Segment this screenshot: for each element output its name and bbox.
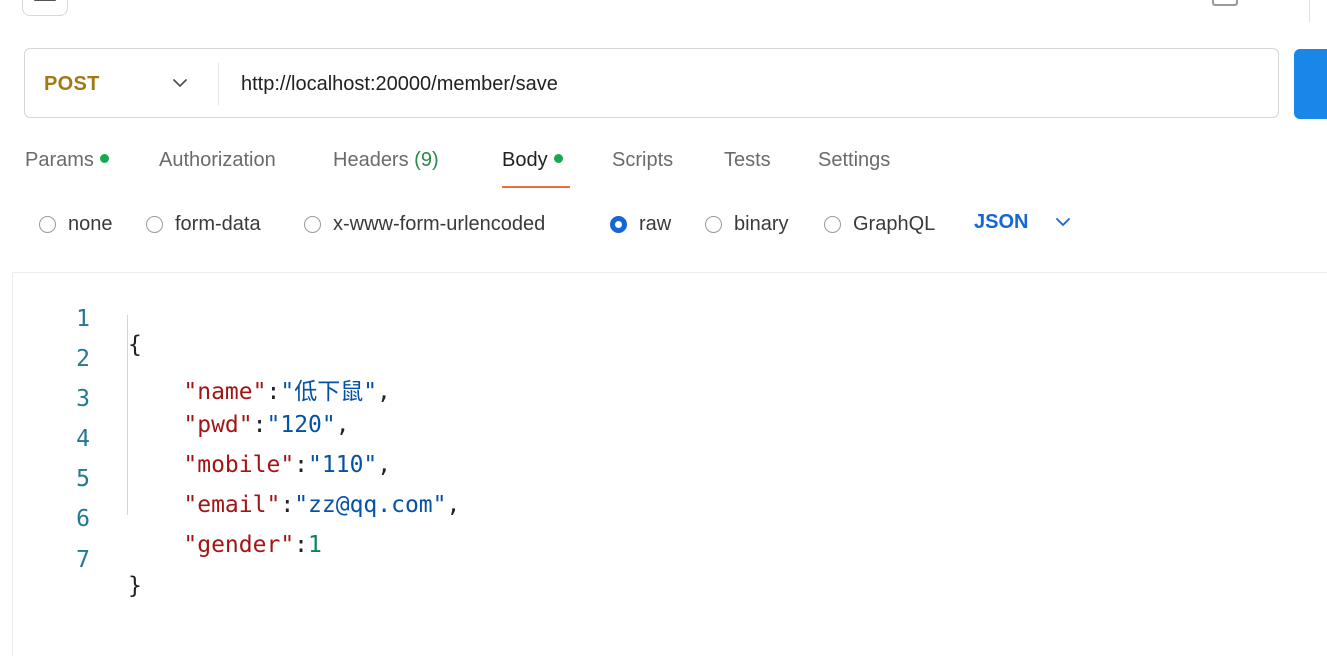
radio-button[interactable] [39,215,56,233]
chevron-down-icon[interactable] [1055,217,1071,227]
radio-label: none [68,212,113,235]
chevron-down-icon[interactable] [172,78,188,88]
editor-border [12,272,1327,273]
back-button[interactable] [22,0,68,16]
json-brace: { [128,332,142,358]
radio-label: form-data [175,212,261,235]
radio-button[interactable] [304,215,321,233]
radio-none[interactable]: none [39,210,113,238]
radio-button[interactable] [824,215,841,233]
radio-graphql[interactable]: GraphQL [824,210,935,238]
tab-tests[interactable]: Tests [724,149,771,172]
tab-scripts[interactable]: Scripts [612,149,673,172]
radio-label: raw [639,212,672,235]
json-colon: : [266,379,281,405]
json-number: 1 [308,532,322,558]
status-dot [99,154,109,163]
method-select[interactable]: POST [44,73,100,96]
code-line[interactable]: 7 } [0,521,142,599]
tab-label: Settings [818,149,891,171]
radio-binary[interactable]: binary [705,210,788,238]
radio-button-selected[interactable] [610,215,627,233]
json-key: "email" [183,492,281,518]
request-bar: POST http://localhost:20000/member/save [24,48,1279,118]
tab-params[interactable]: Params [25,149,109,172]
save-icon[interactable] [1212,0,1238,6]
json-string: "120" [266,412,336,438]
tab-label: Authorization [159,149,276,171]
code-line[interactable]: 3 "pwd":"120", [0,360,349,438]
radio-label: x-www-form-urlencoded [333,212,546,235]
tab-label: Scripts [612,149,674,171]
tab-label: Tests [724,149,771,171]
json-key: "pwd" [183,412,253,438]
json-colon: : [280,492,295,518]
json-colon: : [252,412,267,438]
radio-x-www-form-urlencoded[interactable]: x-www-form-urlencoded [304,210,545,238]
radio-form-data[interactable]: form-data [146,210,261,238]
tab-label: Body [502,149,548,171]
json-colon: : [294,532,309,558]
radio-label: GraphQL [853,212,936,235]
raw-format-select[interactable]: JSON [974,211,1028,234]
json-colon: : [294,452,309,478]
json-key: "gender" [183,532,295,558]
code-line[interactable]: 6 "gender":1 [0,480,322,558]
json-comma: , [446,492,461,518]
json-comma: , [377,452,392,478]
active-tab-indicator [502,186,570,188]
code-line[interactable]: 5 "email":"zz@qq.com", [0,440,460,518]
tab-label: Params [25,149,94,171]
json-string: "110" [308,452,378,478]
code-line[interactable]: 4 "mobile":"110", [0,400,391,478]
code-line[interactable]: 1 { [0,280,142,358]
divider [218,63,219,105]
arrow-left-icon [34,0,56,1]
send-button[interactable] [1294,49,1327,119]
tab-headers[interactable]: Headers (9) [333,149,439,172]
headers-count: (9) [414,149,439,171]
tab-settings[interactable]: Settings [818,149,890,172]
divider [1309,0,1310,22]
json-key: "name" [183,379,267,405]
tab-body[interactable]: Body [502,149,563,172]
radio-button[interactable] [705,215,722,233]
tab-authorization[interactable]: Authorization [159,149,276,172]
radio-label: binary [734,212,789,235]
json-comma: , [377,379,391,405]
radio-raw[interactable]: raw [610,210,671,238]
line-number: 7 [76,547,90,573]
radio-button[interactable] [146,215,163,233]
json-string: "zz@qq.com" [294,492,447,518]
json-key: "mobile" [183,452,295,478]
tab-label: Headers [333,149,415,171]
json-brace: } [128,573,142,599]
status-dot [553,154,563,163]
url-input[interactable]: http://localhost:20000/member/save [241,73,558,96]
code-line[interactable]: 2 "name":"低下鼠", [0,320,391,405]
json-string: "低下鼠" [280,379,378,405]
json-comma: , [335,412,350,438]
